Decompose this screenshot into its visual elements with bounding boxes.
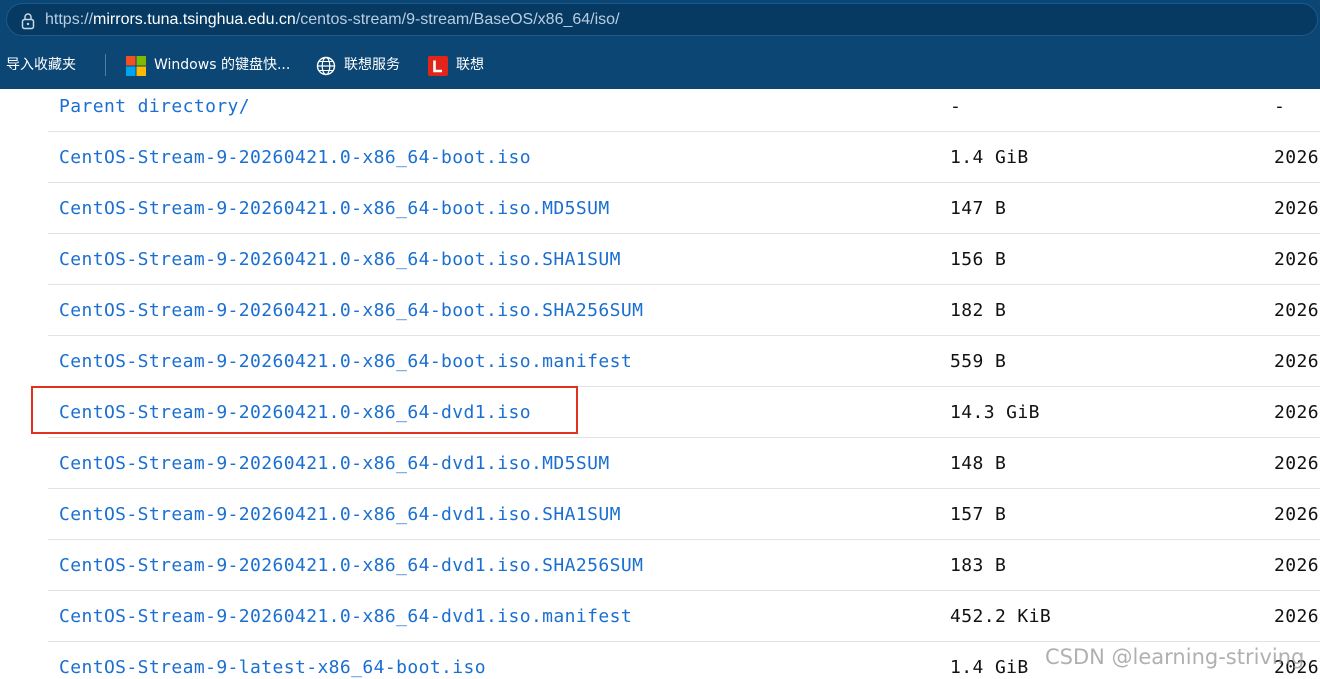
url-scheme: https:// — [45, 11, 94, 28]
file-size: 559 B — [950, 351, 1007, 372]
file-size: 1.4 GiB — [950, 147, 1029, 168]
file-date: 2026 — [1274, 402, 1319, 423]
file-size: - — [950, 96, 962, 117]
url-text[interactable]: https://mirrors.tuna.tsinghua.edu.cn/cen… — [45, 10, 620, 30]
file-date: 2026 — [1274, 300, 1319, 321]
file-date: - — [1274, 96, 1286, 117]
file-link[interactable]: CentOS-Stream-9-20260421.0-x86_64-boot.i… — [59, 249, 621, 271]
file-date: 2026 — [1274, 504, 1319, 525]
file-date: 2026 — [1274, 249, 1319, 270]
bookmark-lenovo-service[interactable]: 联想服务 — [316, 54, 416, 76]
import-favorites-label: 导入收藏夹 — [6, 57, 76, 73]
file-date: 2026 — [1274, 198, 1319, 219]
file-size: 452.2 KiB — [950, 606, 1052, 627]
file-link[interactable]: CentOS-Stream-9-20260421.0-x86_64-boot.i… — [59, 198, 610, 220]
file-link[interactable]: CentOS-Stream-9-20260421.0-x86_64-dvd1.i… — [59, 504, 621, 526]
file-size: 1.4 GiB — [950, 657, 1029, 678]
address-bar: https://mirrors.tuna.tsinghua.edu.cn/cen… — [0, 0, 1320, 40]
table-row: CentOS-Stream-9-20260421.0-x86_64-boot.i… — [48, 183, 1320, 234]
bookmark-label: 联想服务 — [344, 57, 400, 73]
file-size: 156 B — [950, 249, 1007, 270]
watermark: CSDN @learning-striving — [1045, 645, 1305, 669]
bookmark-label: Windows 的键盘快... — [154, 57, 291, 73]
table-row: CentOS-Stream-9-20260421.0-x86_64-boot.i… — [48, 285, 1320, 336]
url-field[interactable]: https://mirrors.tuna.tsinghua.edu.cn/cen… — [6, 3, 1318, 36]
file-link[interactable]: CentOS-Stream-9-latest-x86_64-boot.iso — [59, 657, 486, 679]
table-row: CentOS-Stream-9-20260421.0-x86_64-boot.i… — [48, 234, 1320, 285]
table-row: CentOS-Stream-9-20260421.0-x86_64-boot.i… — [48, 132, 1320, 183]
file-link[interactable]: CentOS-Stream-9-20260421.0-x86_64-dvd1.i… — [59, 606, 632, 628]
bookmark-label: 联想 — [456, 57, 484, 73]
lock-icon[interactable] — [20, 12, 36, 30]
file-size: 183 B — [950, 555, 1007, 576]
table-row: CentOS-Stream-9-20260421.0-x86_64-dvd1.i… — [48, 438, 1320, 489]
table-row: CentOS-Stream-9-20260421.0-x86_64-dvd1.i… — [48, 387, 1320, 438]
windows-logo-icon — [126, 56, 146, 76]
file-date: 2026 — [1274, 453, 1319, 474]
file-link[interactable]: CentOS-Stream-9-20260421.0-x86_64-dvd1.i… — [59, 555, 643, 577]
table-row: CentOS-Stream-9-20260421.0-x86_64-dvd1.i… — [48, 591, 1320, 642]
file-size: 148 B — [950, 453, 1007, 474]
bookmark-windows-shortcuts[interactable]: Windows 的键盘快... — [126, 54, 296, 76]
file-link[interactable]: CentOS-Stream-9-20260421.0-x86_64-dvd1.i… — [59, 453, 610, 475]
file-link[interactable]: CentOS-Stream-9-20260421.0-x86_64-boot.i… — [59, 351, 632, 373]
file-link[interactable]: CentOS-Stream-9-20260421.0-x86_64-boot.i… — [59, 147, 531, 169]
table-row: CentOS-Stream-9-20260421.0-x86_64-dvd1.i… — [48, 489, 1320, 540]
file-date: 2026 — [1274, 351, 1319, 372]
bookmarks-bar: 导入收藏夹 Windows 的键盘快... 联想服务 联想 — [0, 40, 1320, 89]
url-host: mirrors.tuna.tsinghua.edu.cn — [93, 11, 296, 28]
globe-icon — [316, 56, 336, 76]
file-link-dvd1-iso[interactable]: CentOS-Stream-9-20260421.0-x86_64-dvd1.i… — [59, 402, 531, 424]
file-size: 147 B — [950, 198, 1007, 219]
file-size: 14.3 GiB — [950, 402, 1040, 423]
table-row: Parent directory/ - - — [48, 89, 1320, 132]
file-link-parent-directory[interactable]: Parent directory/ — [59, 96, 250, 118]
file-size: 182 B — [950, 300, 1007, 321]
file-date: 2026 — [1274, 555, 1319, 576]
file-date: 2026 — [1274, 147, 1319, 168]
file-link[interactable]: CentOS-Stream-9-20260421.0-x86_64-boot.i… — [59, 300, 643, 322]
bookmarks-divider — [105, 54, 106, 76]
url-path: /centos-stream/9-stream/BaseOS/x86_64/is… — [295, 11, 620, 28]
lenovo-logo-icon — [428, 56, 448, 76]
table-row: CentOS-Stream-9-20260421.0-x86_64-boot.i… — [48, 336, 1320, 387]
table-row: CentOS-Stream-9-20260421.0-x86_64-dvd1.i… — [48, 540, 1320, 591]
bookmark-lenovo[interactable]: 联想 — [428, 54, 498, 76]
file-date: 2026 — [1274, 606, 1319, 627]
file-size: 157 B — [950, 504, 1007, 525]
import-favorites-button[interactable]: 导入收藏夹 — [6, 54, 76, 76]
directory-listing: Parent directory/ - - CentOS-Stream-9-20… — [0, 89, 1320, 679]
